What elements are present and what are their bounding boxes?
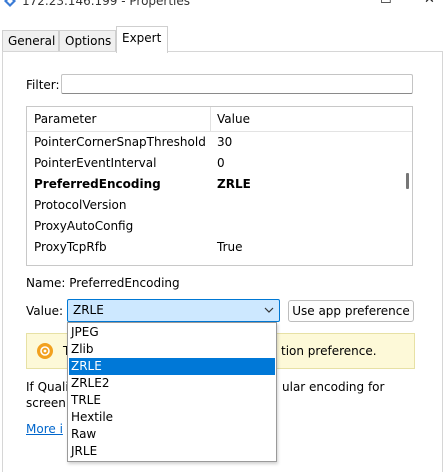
grid-header: Parameter Value xyxy=(27,107,412,132)
dropdown-option[interactable]: TRLE xyxy=(69,392,275,409)
dropdown-option-selected[interactable]: ZRLE xyxy=(69,358,275,375)
description-line1-left: If Quali xyxy=(26,380,69,394)
tab-strip: General Options Expert xyxy=(0,26,445,53)
row-parameter: PointerCornerSnapThreshold xyxy=(34,135,206,149)
dropdown-option[interactable]: JRLE xyxy=(69,443,275,460)
parameter-grid[interactable]: Parameter Value PointerCornerSnapThresho… xyxy=(26,106,413,266)
row-parameter: PreferredEncoding xyxy=(34,177,161,191)
table-row[interactable]: PointerCornerSnapThreshold 30 xyxy=(27,131,401,152)
filter-label: Filter: xyxy=(26,78,60,92)
close-icon[interactable]: ✕ xyxy=(424,0,435,9)
app-icon xyxy=(4,0,16,7)
tab-general[interactable]: General xyxy=(2,30,59,51)
use-app-preference-button[interactable]: Use app preference xyxy=(288,300,414,322)
encoding-dropdown-list[interactable]: JPEG Zlib ZRLE ZRLE2 TRLE Hextile Raw JR… xyxy=(67,322,277,462)
scroll-thumb[interactable] xyxy=(406,173,409,189)
table-row[interactable]: PointerEventInterval 0 xyxy=(27,152,401,173)
table-row[interactable]: ProxyTcpRfb True xyxy=(27,236,401,257)
tab-expert[interactable]: Expert xyxy=(116,26,168,53)
dropdown-option[interactable]: Raw xyxy=(69,426,275,443)
more-info-link[interactable]: More i xyxy=(26,422,63,436)
dropdown-option[interactable]: Zlib xyxy=(69,341,275,358)
row-value: 0 xyxy=(217,156,225,170)
grid-scrollbar[interactable] xyxy=(403,131,412,265)
table-row-selected[interactable]: PreferredEncoding ZRLE xyxy=(27,173,401,194)
row-value: ZRLE xyxy=(217,177,251,191)
row-parameter: ProxyTcpRfb xyxy=(34,240,107,254)
value-select-text: ZRLE xyxy=(73,303,104,317)
column-divider[interactable] xyxy=(210,107,211,131)
title-bar: 172.23.146.199 - Properties ☐ ✕ xyxy=(0,0,445,12)
gear-warning-icon xyxy=(37,343,53,359)
window-title: 172.23.146.199 - Properties xyxy=(22,0,191,8)
chevron-down-icon xyxy=(264,307,274,313)
maximize-icon[interactable]: ☐ xyxy=(380,0,392,9)
name-line: Name: PreferredEncoding xyxy=(26,276,180,290)
dropdown-option[interactable]: JPEG xyxy=(69,324,275,341)
description-line1-right: ular encoding for xyxy=(282,380,385,394)
column-header-parameter[interactable]: Parameter xyxy=(34,112,96,126)
value-select[interactable]: ZRLE xyxy=(67,299,280,322)
dropdown-option[interactable]: Hextile xyxy=(69,409,275,426)
row-parameter: ProtocolVersion xyxy=(34,198,127,212)
column-header-value[interactable]: Value xyxy=(217,112,250,126)
row-parameter: ProxyAutoConfig xyxy=(34,219,134,233)
row-value: 30 xyxy=(217,135,233,149)
filter-input[interactable] xyxy=(61,74,413,94)
info-text-right: tion preference. xyxy=(281,344,377,358)
row-parameter: PointerEventInterval xyxy=(34,156,157,170)
row-value: True xyxy=(217,240,243,254)
value-label: Value: xyxy=(26,304,63,318)
description-line2: screen xyxy=(26,396,66,410)
table-row[interactable]: ProxyAutoConfig xyxy=(27,215,401,236)
dropdown-option[interactable]: ZRLE2 xyxy=(69,375,275,392)
tab-options[interactable]: Options xyxy=(59,30,116,51)
table-row[interactable]: ProtocolVersion xyxy=(27,194,401,215)
